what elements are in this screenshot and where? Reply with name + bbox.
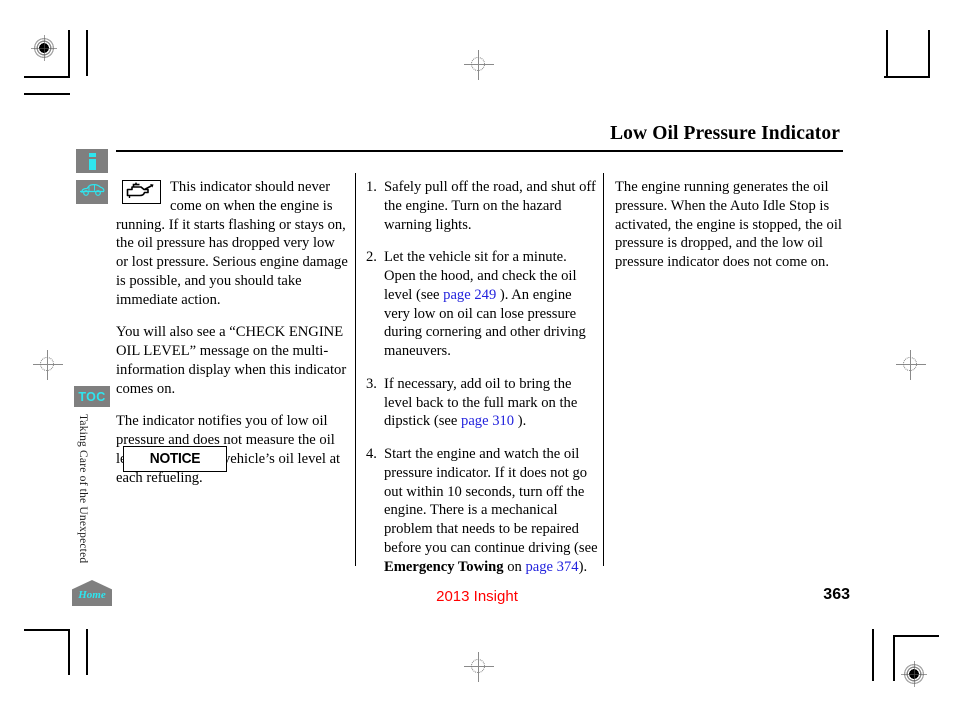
crop-mark-top-right-v xyxy=(886,30,888,76)
column-divider-2 xyxy=(603,173,604,566)
manual-page: Low Oil Pressure Indicator TOC Taking Ca… xyxy=(0,0,954,710)
toc-button[interactable]: TOC xyxy=(74,386,110,407)
step-4-bold-term: Emergency Towing xyxy=(384,558,504,575)
procedure-steps: Safely pull off the road, and shut off t… xyxy=(366,178,598,576)
section-label: Taking Care of the Unexpected xyxy=(77,414,89,564)
registration-crosshair-right xyxy=(896,350,926,380)
crop-mark-top-left-v2 xyxy=(86,30,88,76)
crop-mark-bottom-right-v2 xyxy=(872,629,874,681)
notice-box: NOTICE xyxy=(123,446,227,472)
info-icon-button[interactable] xyxy=(76,149,108,173)
crop-mark-top-left-h xyxy=(24,76,70,78)
column-two: Safely pull off the road, and shut off t… xyxy=(366,178,598,576)
registration-crosshair-left xyxy=(33,350,63,380)
step-4-text-before: Start the engine and watch the oil press… xyxy=(384,446,598,556)
page-link-249[interactable]: page 249 xyxy=(443,287,496,303)
crop-mark-top-right-h xyxy=(884,76,930,78)
crop-mark-top-right-v2 xyxy=(928,30,930,76)
crop-mark-bottom-left-v xyxy=(68,629,70,675)
column-three: The engine running generates the oil pre… xyxy=(615,178,850,272)
page-title: Low Oil Pressure Indicator xyxy=(610,123,840,144)
column3-paragraph-1: The engine running generates the oil pre… xyxy=(615,179,842,270)
footer-model-name: 2013 Insight xyxy=(436,588,518,605)
crop-mark-top-left-v xyxy=(68,30,70,76)
vehicle-icon-button[interactable] xyxy=(76,180,108,204)
crop-mark-bottom-right-h xyxy=(893,635,939,637)
toc-button-label: TOC xyxy=(78,389,106,404)
car-icon xyxy=(79,182,105,202)
info-icon xyxy=(88,152,96,170)
column1-paragraph-1: This indicator should never come on when… xyxy=(116,178,348,309)
step-4-text-mid: on xyxy=(503,558,526,575)
column1-paragraph-2: You will also see a “CHECK ENGINE OIL LE… xyxy=(116,324,347,397)
registration-crosshair-bottom xyxy=(464,652,494,682)
step-1-text: Safely pull off the road, and shut off t… xyxy=(384,179,596,233)
crop-mark-bottom-left-v2 xyxy=(86,629,88,675)
registration-dot-top-left xyxy=(31,35,57,61)
step-4-text-after: ). xyxy=(578,558,588,575)
list-item: If necessary, add oil to bring the level… xyxy=(366,375,598,431)
oil-can-icon xyxy=(122,180,161,204)
title-divider-rule xyxy=(116,150,843,152)
registration-crosshair-top xyxy=(464,50,494,80)
page-number: 363 xyxy=(823,586,850,603)
page-link-310[interactable]: page 310 xyxy=(461,413,514,429)
crop-mark-top-left-h2 xyxy=(24,93,70,95)
list-item: Let the vehicle sit for a minute. Open t… xyxy=(366,248,598,361)
registration-dot-bottom-right xyxy=(901,661,927,687)
column-divider-1 xyxy=(355,173,356,566)
page-link-374[interactable]: page 374 xyxy=(525,559,578,575)
notice-label: NOTICE xyxy=(149,450,201,467)
step-3-text-after: ). xyxy=(514,413,527,430)
list-item: Start the engine and watch the oil press… xyxy=(366,445,598,576)
list-item: Safely pull off the road, and shut off t… xyxy=(366,178,598,234)
crop-mark-bottom-right-v xyxy=(893,635,895,681)
crop-mark-bottom-left-h xyxy=(24,629,70,631)
